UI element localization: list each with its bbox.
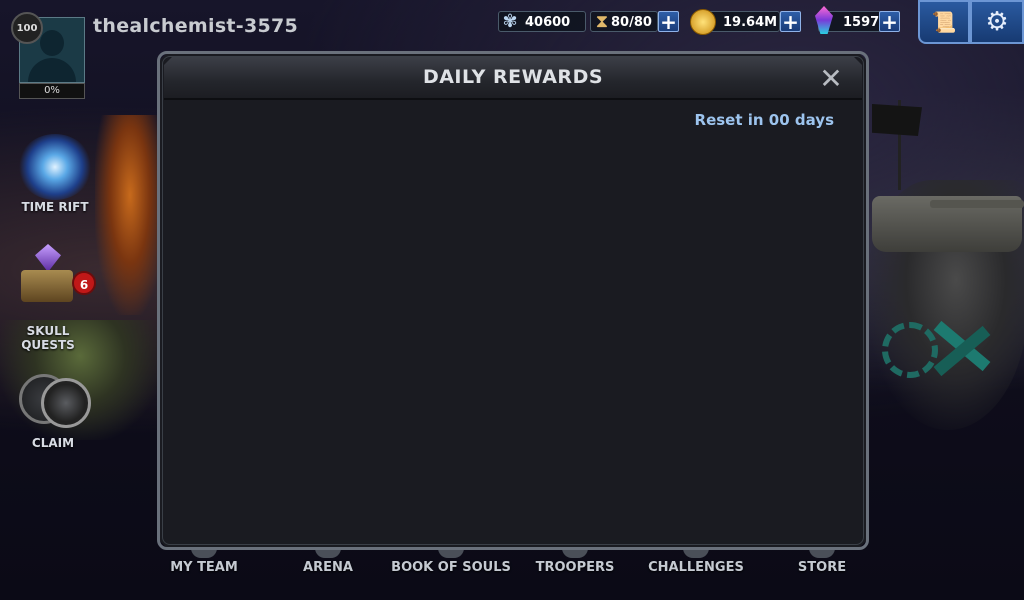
hourglass-icon: ⧗ [595,11,609,32]
close-button[interactable]: ✕ [816,64,846,94]
add-crystals-button[interactable]: + [879,11,900,32]
reset-timer: Reset in 00 days [694,111,834,129]
nav-label: MY TEAM [170,560,238,575]
nav-label: BOOK OF SOULS [391,560,511,575]
time-rift-label: TIME RIFT [21,200,89,214]
close-icon: ✕ [819,62,843,95]
gem-icon [35,244,61,272]
claim-button[interactable]: CLAIM [12,372,94,450]
nav-label: ARENA [303,560,353,575]
skull-quests-label: SKULL QUESTS [21,324,75,352]
nav-label: CHALLENGES [648,560,744,575]
rewards-list [170,140,856,535]
nav-label: STORE [797,560,847,575]
avatar-placeholder-icon [40,30,64,56]
time-rift-button[interactable]: TIME RIFT [14,134,96,214]
gear-decoration [882,322,938,378]
resource-troop-power: ✾ 40600 [498,10,586,34]
settings-button[interactable]: ⚙ [970,0,1024,44]
pirate-flag [872,104,922,136]
notification-badge: 6 [72,271,96,295]
player-name: thealchemist-3575 [93,15,299,37]
nav-store[interactable]: STORE [792,548,852,584]
gold-coin-icon [690,9,716,35]
claim-label: CLAIM [31,436,75,450]
nav-arena[interactable]: ARENA [296,548,360,584]
xp-progress-bar: 0% [19,83,85,99]
nav-challenges[interactable]: CHALLENGES [646,548,746,584]
add-gold-button[interactable]: + [780,11,801,32]
skull-crest-icon: ✾ [502,11,518,32]
gear-icon: ⚙ [985,7,1009,37]
resource-crystals: 1597 + [812,6,902,34]
resource-gold: 19.64M + [690,9,804,35]
resource-energy: ⧗ 80/80 + [590,10,682,34]
nav-label: TROOPERS [535,560,615,575]
quests-scroll-button[interactable]: 📜 [918,0,970,44]
coins-icon [13,372,93,428]
nav-troopers[interactable]: TROOPERS [530,548,620,584]
scroll-icon: 📜 [931,10,957,34]
crystal-icon [812,6,836,36]
tank-gun [930,200,1024,208]
add-energy-button[interactable]: + [658,11,679,32]
coin-front [41,378,91,428]
nav-book-of-souls[interactable]: BOOK OF SOULS [388,548,514,584]
avatar-shoulders [28,58,76,82]
vortex-icon [18,134,92,200]
player-level-badge: 100 [11,12,43,44]
nav-my-team[interactable]: MY TEAM [164,548,244,584]
chest-body [21,270,73,302]
warrior-figure [95,115,165,315]
dialog-title: DAILY REWARDS [422,66,604,88]
skull-quests-button[interactable]: SKULL QUESTS [8,240,88,352]
